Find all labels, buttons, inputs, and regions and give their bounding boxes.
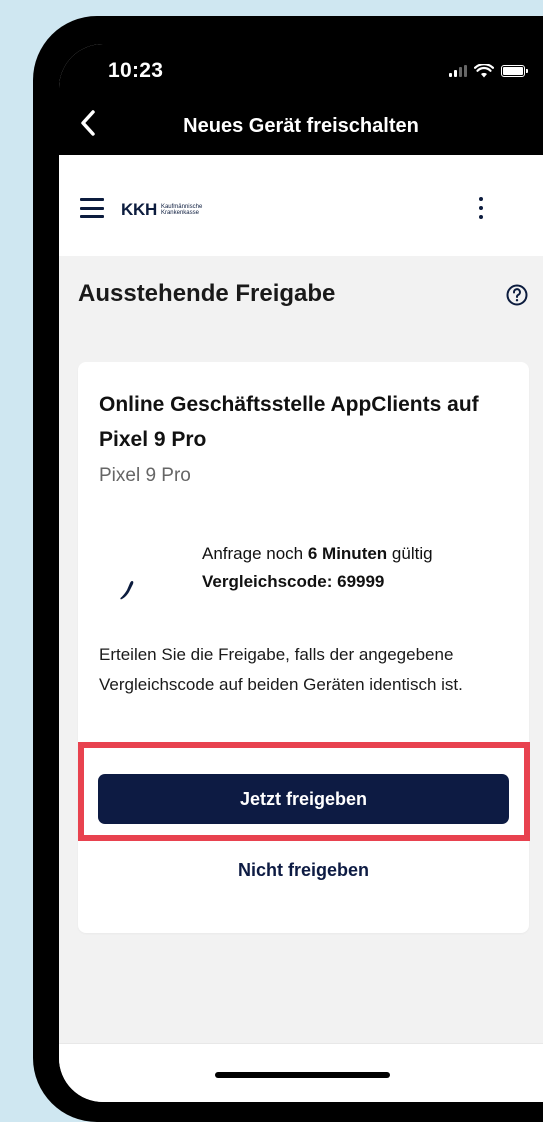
phone-icon — [120, 581, 134, 600]
request-info: Anfrage noch 6 Minuten gültig Vergleichs… — [202, 540, 433, 596]
approval-card: Online Geschäftsstelle AppClients auf Pi… — [78, 362, 529, 933]
kkh-logo: KKH Kaufmännische Krankenkasse — [121, 200, 202, 220]
help-circle-icon[interactable] — [506, 284, 528, 306]
comparison-code: Vergleichscode: 69999 — [202, 572, 385, 591]
phone-screen: 10:23 Neues Gerät freischalten KKH Kaufm… — [59, 44, 543, 1102]
status-time: 10:23 — [108, 59, 164, 82]
status-icons — [449, 64, 528, 78]
page-title: Ausstehende Freigabe — [78, 280, 336, 307]
approve-button[interactable]: Jetzt freigeben — [98, 774, 509, 824]
card-title: Online Geschäftsstelle AppClients auf Pi… — [99, 393, 479, 451]
device-name: Pixel 9 Pro — [99, 465, 191, 486]
home-indicator[interactable] — [215, 1072, 390, 1078]
top-bar: 10:23 Neues Gerät freischalten — [59, 44, 543, 155]
reject-button[interactable]: Nicht freigeben — [98, 854, 509, 886]
signal-icon — [449, 65, 467, 77]
bottom-bar — [59, 1043, 543, 1102]
request-validity: Anfrage noch 6 Minuten gültig — [202, 544, 433, 563]
logo-main-text: KKH — [121, 200, 157, 219]
hamburger-menu-icon[interactable] — [80, 198, 104, 218]
approval-description: Erteilen Sie die Freigabe, falls der ang… — [99, 645, 463, 694]
nav-title: Neues Gerät freischalten — [183, 115, 419, 137]
more-vertical-icon[interactable] — [477, 197, 485, 219]
app-header: KKH Kaufmännische Krankenkasse — [59, 155, 543, 256]
wifi-icon — [474, 64, 494, 78]
battery-icon — [501, 65, 528, 77]
logo-sub-text: Kaufmännische Krankenkasse — [160, 203, 203, 217]
